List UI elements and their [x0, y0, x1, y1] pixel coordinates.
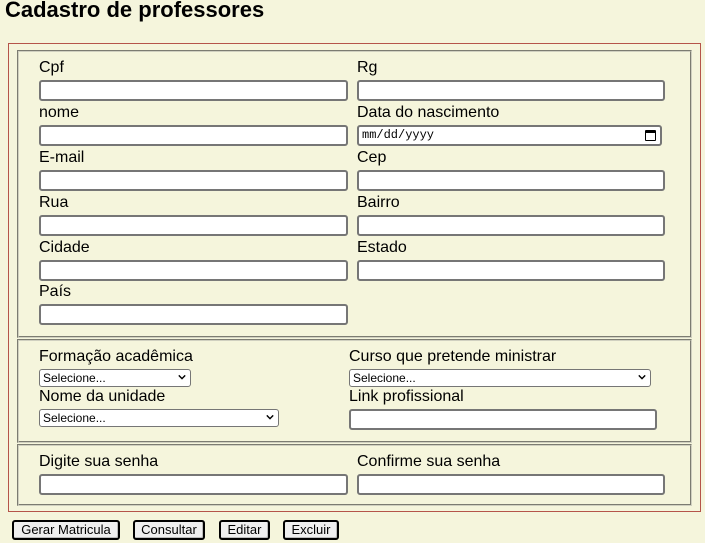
confirma-senha-label: Confirme sua senha [357, 453, 501, 470]
rua-input[interactable] [39, 215, 348, 236]
nascimento-date-input[interactable]: mm/dd/yyyy [357, 125, 662, 146]
estado-input[interactable] [357, 260, 665, 281]
editar-button[interactable]: Editar [219, 520, 270, 540]
cpf-label: Cpf [39, 59, 64, 76]
personal-data-fieldset: Cpf Rg nome Data do nascimento mm/dd/yyy… [17, 50, 692, 338]
cep-input[interactable] [357, 170, 665, 191]
password-fieldset: Digite sua senha Confirme sua senha [17, 444, 692, 506]
consultar-button[interactable]: Consultar [133, 520, 205, 540]
rua-label: Rua [39, 194, 69, 211]
chevron-down-icon [266, 414, 274, 420]
link-label: Link profissional [349, 388, 464, 405]
senha-label: Digite sua senha [39, 453, 159, 470]
unidade-select[interactable]: Selecione... [39, 409, 279, 427]
link-input[interactable] [349, 409, 657, 430]
rg-input[interactable] [357, 80, 665, 101]
senha-input[interactable] [39, 474, 348, 495]
curso-select[interactable]: Selecione... [349, 369, 651, 387]
curso-label: Curso que pretende ministrar [349, 348, 557, 365]
curso-selected-value: Selecione... [353, 371, 416, 385]
nascimento-label: Data do nascimento [357, 104, 500, 121]
nome-input[interactable] [39, 125, 348, 146]
email-label: E-mail [39, 149, 85, 166]
formacao-selected-value: Selecione... [43, 371, 106, 385]
confirma-senha-input[interactable] [357, 474, 665, 495]
estado-label: Estado [357, 239, 407, 256]
unidade-label: Nome da unidade [39, 388, 166, 405]
formacao-select[interactable]: Selecione... [39, 369, 191, 387]
excluir-button[interactable]: Excluir [283, 520, 339, 540]
gerar-matricula-button[interactable]: Gerar Matricula [12, 520, 120, 540]
chevron-down-icon [638, 374, 646, 380]
professor-form: Cpf Rg nome Data do nascimento mm/dd/yyy… [8, 43, 701, 512]
unidade-selected-value: Selecione... [43, 411, 106, 425]
formacao-label: Formação acadêmica [39, 348, 193, 365]
email-input[interactable] [39, 170, 348, 191]
pais-label: País [39, 283, 72, 300]
calendar-icon[interactable] [645, 130, 656, 141]
pais-input[interactable] [39, 304, 348, 325]
nome-label: nome [39, 104, 80, 121]
nascimento-placeholder: mm/dd/yyyy [362, 128, 435, 142]
academic-data-fieldset: Formação acadêmica Selecione... Curso qu… [17, 339, 692, 443]
cidade-label: Cidade [39, 239, 90, 256]
cidade-input[interactable] [39, 260, 348, 281]
rg-label: Rg [357, 59, 378, 76]
bairro-input[interactable] [357, 215, 665, 236]
page-title: Cadastro de professores [5, 0, 265, 22]
cep-label: Cep [357, 149, 387, 166]
bairro-label: Bairro [357, 194, 400, 211]
chevron-down-icon [178, 374, 186, 380]
cpf-input[interactable] [39, 80, 348, 101]
